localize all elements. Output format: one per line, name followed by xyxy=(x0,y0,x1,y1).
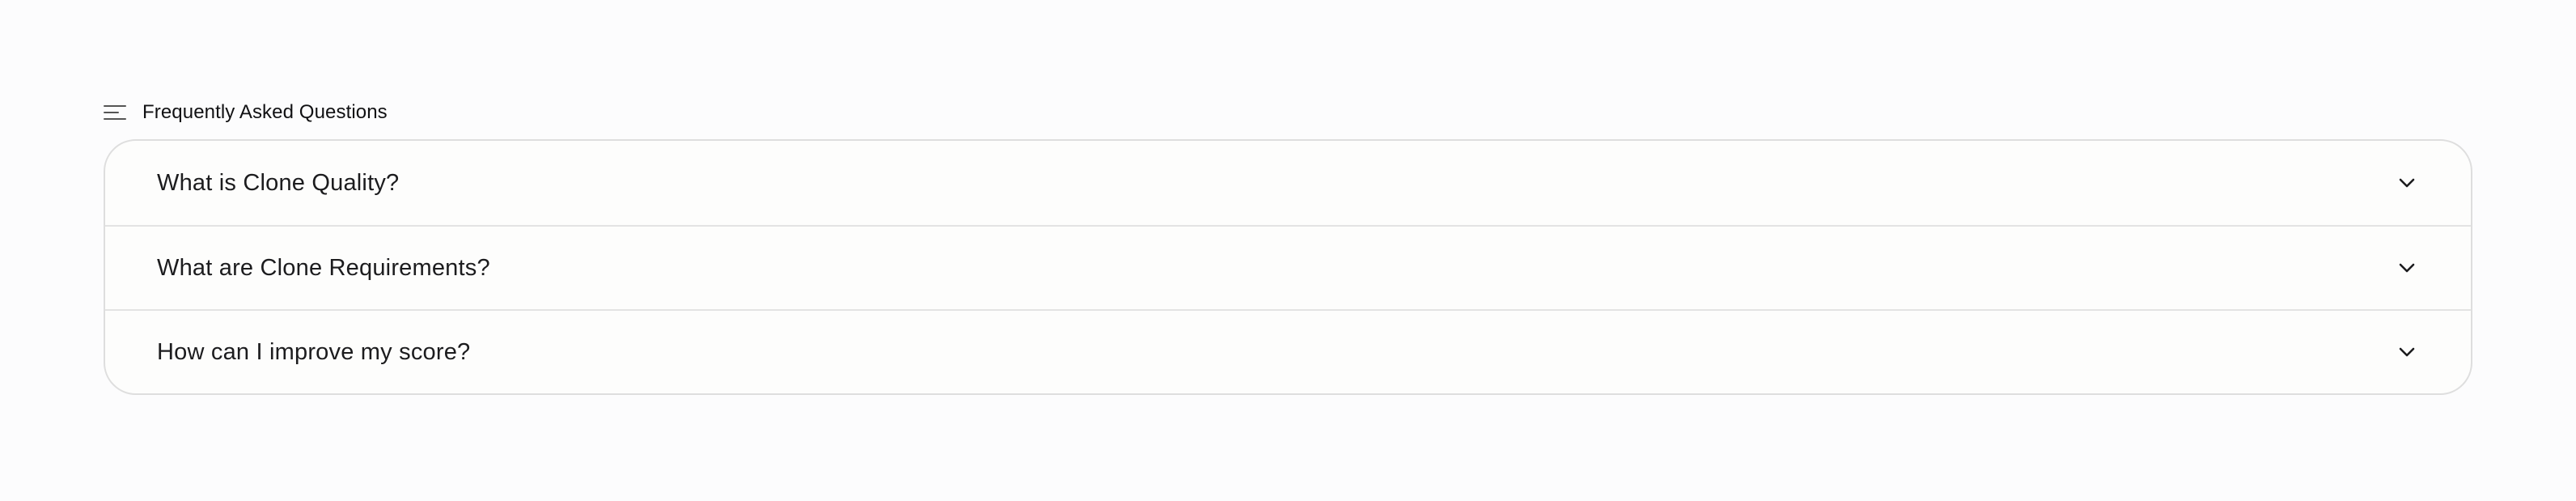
menu-lines-icon xyxy=(104,104,126,121)
faq-question: What is Clone Quality? xyxy=(157,169,400,196)
faq-section: Frequently Asked Questions What is Clone… xyxy=(104,97,2472,395)
faq-header: Frequently Asked Questions xyxy=(104,97,2472,128)
chevron-down-icon[interactable] xyxy=(2395,340,2419,364)
chevron-down-icon[interactable] xyxy=(2395,171,2419,195)
chevron-down-icon[interactable] xyxy=(2395,256,2419,280)
faq-item-clone-quality[interactable]: What is Clone Quality? xyxy=(105,141,2471,225)
faq-accordion: What is Clone Quality? What are Clone Re… xyxy=(104,139,2472,395)
faq-item-clone-requirements[interactable]: What are Clone Requirements? xyxy=(105,225,2471,309)
faq-item-improve-score[interactable]: How can I improve my score? xyxy=(105,309,2471,393)
faq-title: Frequently Asked Questions xyxy=(142,101,388,123)
faq-question: How can I improve my score? xyxy=(157,338,471,365)
faq-question: What are Clone Requirements? xyxy=(157,254,490,281)
